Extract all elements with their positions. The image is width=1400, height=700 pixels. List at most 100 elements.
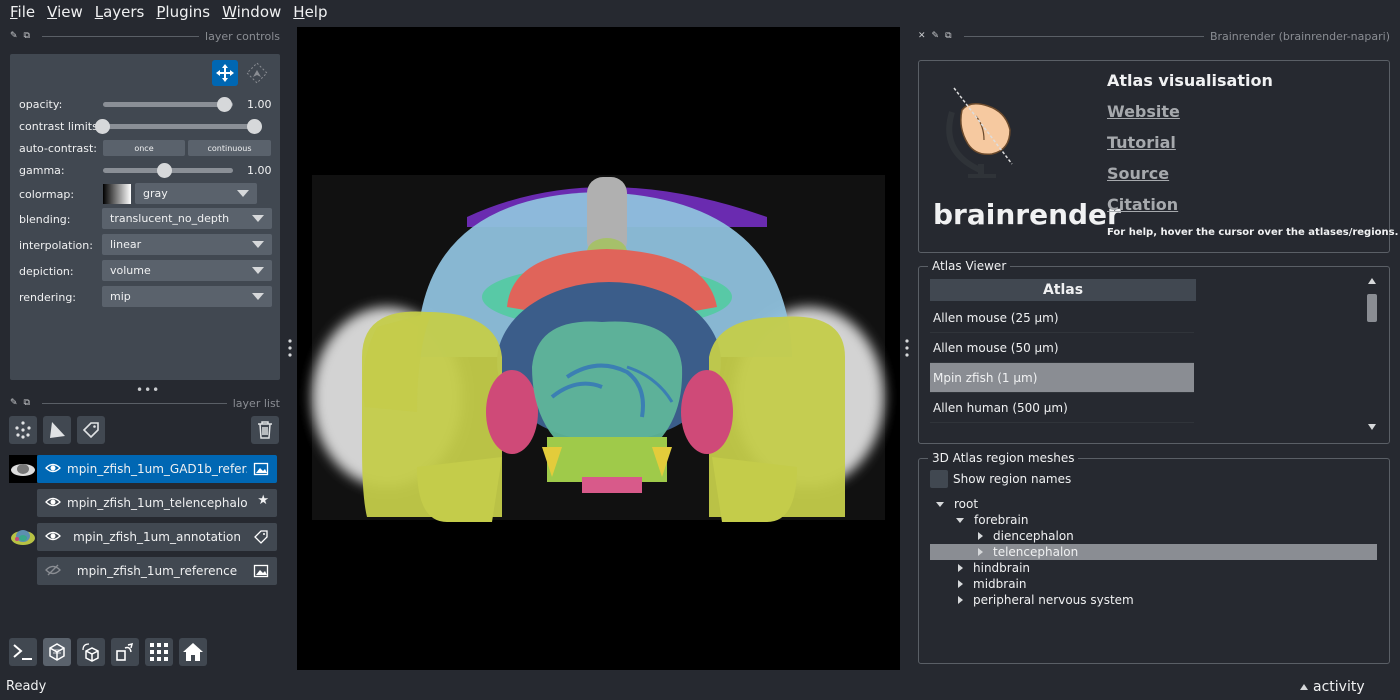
new-labels-layer-button[interactable] [77, 416, 105, 444]
delete-layer-button[interactable] [251, 416, 279, 444]
auto-contrast-continuous-button[interactable]: continuous [188, 140, 271, 156]
website-link[interactable]: Website [1107, 102, 1180, 121]
transform-button[interactable] [244, 60, 270, 86]
activity-button[interactable]: activity [1300, 679, 1365, 695]
right-splitter-handle[interactable] [904, 338, 910, 361]
atlas-row-selected[interactable]: Mpin zfish (1 μm) [930, 363, 1194, 393]
layer-row[interactable]: mpin_zfish_1um_reference [37, 557, 277, 585]
interpolation-combobox[interactable]: linear [102, 234, 272, 255]
collapsed-arrow-icon[interactable] [978, 548, 983, 556]
auto-contrast-once-button[interactable]: once [103, 140, 185, 156]
collapsed-arrow-icon[interactable] [958, 596, 963, 604]
atlas-row-partial[interactable] [930, 423, 1194, 432]
points-icon [15, 421, 31, 439]
roll-cube-icon [82, 643, 99, 662]
blending-combobox[interactable]: translucent_no_depth [102, 208, 272, 229]
chevron-down-icon [252, 241, 264, 248]
colormap-swatch [103, 184, 131, 204]
menu-view[interactable]: View [41, 3, 89, 21]
undock-icon[interactable]: ⧉ [24, 31, 30, 41]
layer-thumbnail [9, 523, 37, 551]
menu-bar: File View Layers Plugins Window Help [0, 0, 1400, 24]
layer-row[interactable]: mpin_zfish_1um_annotation [37, 523, 277, 551]
heading: Atlas visualisation [1107, 71, 1273, 90]
opacity-slider[interactable] [103, 93, 233, 115]
console-button[interactable] [9, 638, 37, 666]
tree-item-pns[interactable]: peripheral nervous system [958, 592, 1134, 608]
reset-view-button[interactable] [179, 638, 207, 666]
gamma-value: 1.00 [247, 163, 272, 177]
scrollbar-thumb[interactable] [1367, 294, 1377, 322]
float-icon[interactable]: ✎ [10, 398, 18, 408]
grid-view-button[interactable] [145, 638, 173, 666]
region-meshes-title: 3D Atlas region meshes [928, 451, 1079, 465]
layer-row[interactable]: mpin_zfish_1um_GAD1b_refer... [37, 455, 277, 483]
left-splitter-handle[interactable] [287, 338, 293, 361]
layer-row[interactable]: mpin_zfish_1um_telencephalo... ★ [37, 489, 277, 517]
interpolation-label: interpolation: [19, 238, 93, 252]
tutorial-link[interactable]: Tutorial [1107, 133, 1176, 152]
rendering-label: rendering: [19, 290, 77, 304]
undock-icon[interactable]: ⧉ [945, 31, 951, 41]
transform-icon [246, 62, 268, 84]
gamma-slider[interactable] [103, 159, 233, 181]
close-icon[interactable]: ✕ [918, 31, 926, 41]
cube-3d-icon [49, 643, 65, 661]
visibility-eye-icon[interactable] [45, 528, 61, 544]
colormap-value: gray [143, 187, 168, 200]
menu-window[interactable]: Window [216, 3, 287, 21]
hidden-eye-icon[interactable] [45, 562, 61, 578]
atlas-scrollbar[interactable] [1366, 278, 1378, 432]
float-icon[interactable]: ✎ [932, 31, 940, 41]
chevron-down-icon [237, 190, 249, 197]
collapsed-arrow-icon[interactable] [958, 564, 963, 572]
gamma-row: gamma: 1.00 [19, 159, 275, 181]
menu-help[interactable]: Help [287, 3, 333, 21]
new-points-layer-button[interactable] [9, 416, 37, 444]
tree-item-root[interactable]: root [936, 496, 978, 512]
blending-label: blending: [19, 212, 71, 226]
transpose-dims-button[interactable] [111, 638, 139, 666]
depiction-combobox[interactable]: volume [102, 260, 272, 281]
scroll-down-icon[interactable] [1368, 424, 1376, 430]
collapsed-arrow-icon[interactable] [978, 532, 983, 540]
tree-item-diencephalon[interactable]: diencephalon [978, 528, 1074, 544]
atlas-row[interactable]: Allen human (500 μm) [930, 393, 1194, 423]
tree-item-midbrain[interactable]: midbrain [958, 576, 1026, 592]
scroll-up-icon[interactable] [1368, 278, 1376, 284]
collapsed-arrow-icon[interactable] [958, 580, 963, 588]
tree-item-label: midbrain [973, 577, 1027, 591]
ndisplay-toggle-button[interactable] [43, 638, 71, 666]
rendering-value: mip [110, 290, 131, 303]
tree-item-forebrain[interactable]: forebrain [956, 512, 1028, 528]
menu-file[interactable]: File [4, 3, 41, 21]
atlas-row[interactable]: Allen mouse (50 μm) [930, 333, 1194, 363]
tree-item-hindbrain[interactable]: hindbrain [958, 560, 1030, 576]
new-shapes-layer-button[interactable] [43, 416, 71, 444]
depiction-value: volume [110, 264, 151, 277]
undock-icon[interactable]: ⧉ [24, 398, 30, 408]
rendering-combobox[interactable]: mip [102, 286, 272, 307]
expanded-arrow-icon[interactable] [956, 517, 964, 523]
image-icon [253, 564, 269, 578]
visibility-eye-icon[interactable] [45, 494, 61, 510]
atlas-row[interactable]: Allen mouse (25 μm) [930, 303, 1194, 333]
home-icon [183, 643, 203, 661]
contrast-slider[interactable] [95, 115, 263, 137]
pan-zoom-button[interactable] [212, 60, 238, 86]
float-icon[interactable]: ✎ [10, 31, 18, 41]
expanded-arrow-icon[interactable] [936, 501, 944, 507]
viewer-canvas[interactable] [297, 27, 900, 670]
menu-layers[interactable]: Layers [89, 3, 151, 21]
plugin-dock-titlebar: ✕ ✎ ⧉ Brainrender (brainrender-napari) [918, 27, 1390, 45]
roll-dims-button[interactable] [77, 638, 105, 666]
visibility-eye-icon[interactable] [45, 460, 61, 476]
colormap-combobox[interactable]: gray [135, 183, 257, 204]
tree-item-telencephalon[interactable]: telencephalon [978, 544, 1078, 560]
citation-link[interactable]: Citation [1107, 195, 1178, 214]
menu-plugins[interactable]: Plugins [150, 3, 216, 21]
source-link[interactable]: Source [1107, 164, 1169, 183]
globe-brain-icon [946, 87, 1013, 178]
show-region-names-checkbox[interactable] [930, 470, 948, 488]
atlas-column-header[interactable]: Atlas [930, 279, 1196, 301]
